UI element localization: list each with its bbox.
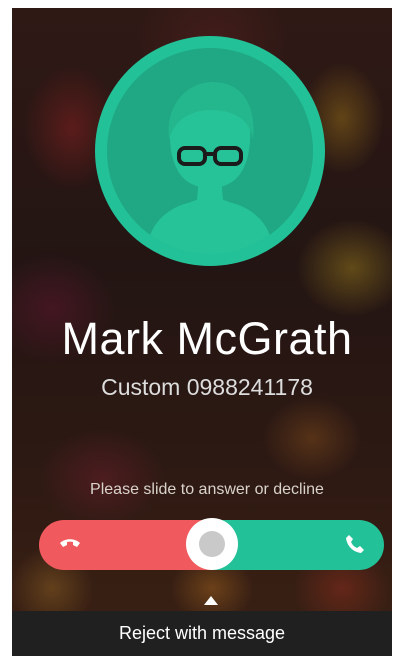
reject-with-message-label: Reject with message: [118, 623, 286, 643]
hang-up-icon[interactable]: [59, 537, 81, 551]
caller-number: Custom 0988241178: [101, 374, 313, 400]
slide-hint: Please slide to answer or decline: [90, 481, 324, 498]
reject-with-message-button[interactable]: Reject with message: [12, 611, 392, 656]
person-silhouette-icon: [147, 82, 273, 254]
caller-name: Mark McGrath: [61, 313, 353, 364]
phone-icon[interactable]: [344, 533, 366, 555]
slider-handle[interactable]: [186, 518, 238, 570]
incoming-call-screen: Mark McGrath Custom 0988241178 Please sl…: [12, 8, 392, 656]
caret-up-icon[interactable]: [204, 596, 218, 605]
caller-avatar: [95, 36, 325, 266]
